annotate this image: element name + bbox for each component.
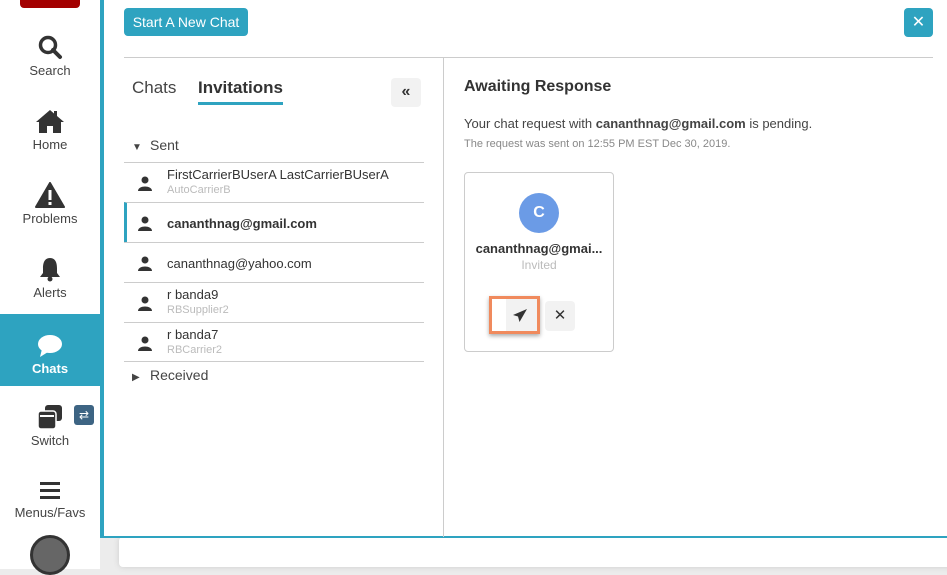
- list-item[interactable]: r banda9 RBSupplier2: [124, 282, 424, 322]
- person-icon: [138, 296, 152, 311]
- sidebar-item-search[interactable]: Search: [0, 34, 100, 106]
- user-avatar[interactable]: [30, 535, 70, 575]
- warning-icon: [35, 182, 65, 208]
- sidebar-item-chats[interactable]: Chats: [0, 314, 114, 386]
- list-item-selected[interactable]: cananthnag@gmail.com: [124, 202, 424, 242]
- start-new-chat-button[interactable]: Start A New Chat: [124, 8, 248, 36]
- home-icon: [36, 110, 64, 133]
- group-label: Sent: [150, 137, 179, 153]
- paper-plane-icon: [513, 309, 527, 322]
- sent-timestamp: The request was sent on 12:55 PM EST Dec…: [464, 138, 731, 150]
- group-received[interactable]: ▶ Received: [132, 367, 208, 383]
- switch-badge-icon[interactable]: ⇄: [74, 405, 94, 425]
- search-icon: [38, 35, 62, 59]
- close-icon[interactable]: ✕: [904, 8, 933, 37]
- list-item[interactable]: r banda7 RBCarrier2: [124, 322, 424, 362]
- group-sent[interactable]: ▼ Sent: [132, 137, 179, 153]
- collapse-panel-button[interactable]: «: [391, 78, 421, 107]
- sidebar-item-problems[interactable]: Problems: [0, 182, 100, 254]
- resend-invite-button[interactable]: [489, 296, 540, 334]
- chat-panel: Start A New Chat ✕ Chats Invitations « ▼…: [100, 0, 947, 538]
- person-icon: [138, 216, 152, 231]
- windows-icon: [37, 405, 62, 430]
- invitee-card: C cananthnag@gmai... Invited ✕: [464, 172, 614, 352]
- chevron-right-icon: ▶: [132, 372, 140, 383]
- group-label: Received: [150, 367, 209, 383]
- person-icon: [138, 256, 152, 271]
- cancel-invite-button[interactable]: ✕: [545, 301, 575, 331]
- pending-message: Your chat request with cananthnag@gmail.…: [464, 116, 813, 131]
- list-item[interactable]: FirstCarrierBUserA LastCarrierBUserA Aut…: [124, 162, 424, 202]
- avatar: C: [519, 193, 559, 233]
- divider: [124, 57, 933, 58]
- tab-chats[interactable]: Chats: [132, 78, 176, 102]
- divider: [443, 57, 444, 537]
- sidebar-item-home[interactable]: Home: [0, 108, 100, 180]
- background-card: [119, 537, 947, 567]
- tab-invitations[interactable]: Invitations: [198, 78, 284, 105]
- person-icon: [138, 176, 152, 191]
- chevron-down-icon: ▼: [132, 142, 142, 153]
- sent-list: FirstCarrierBUserA LastCarrierBUserA Aut…: [124, 162, 424, 362]
- chat-bubble-icon: [38, 335, 62, 357]
- hamburger-icon: [40, 482, 60, 499]
- top-brand-button[interactable]: [20, 0, 80, 8]
- status-badge: Invited: [521, 258, 557, 272]
- person-icon: [138, 336, 152, 351]
- sidebar: Search Home Problems Alerts Chats Switch…: [0, 0, 114, 575]
- bell-icon: [40, 258, 60, 282]
- invitee-name: cananthnag@gmai...: [475, 241, 603, 256]
- detail-title: Awaiting Response: [464, 78, 612, 95]
- list-item[interactable]: cananthnag@yahoo.com: [124, 242, 424, 282]
- pending-email: cananthnag@gmail.com: [595, 116, 746, 131]
